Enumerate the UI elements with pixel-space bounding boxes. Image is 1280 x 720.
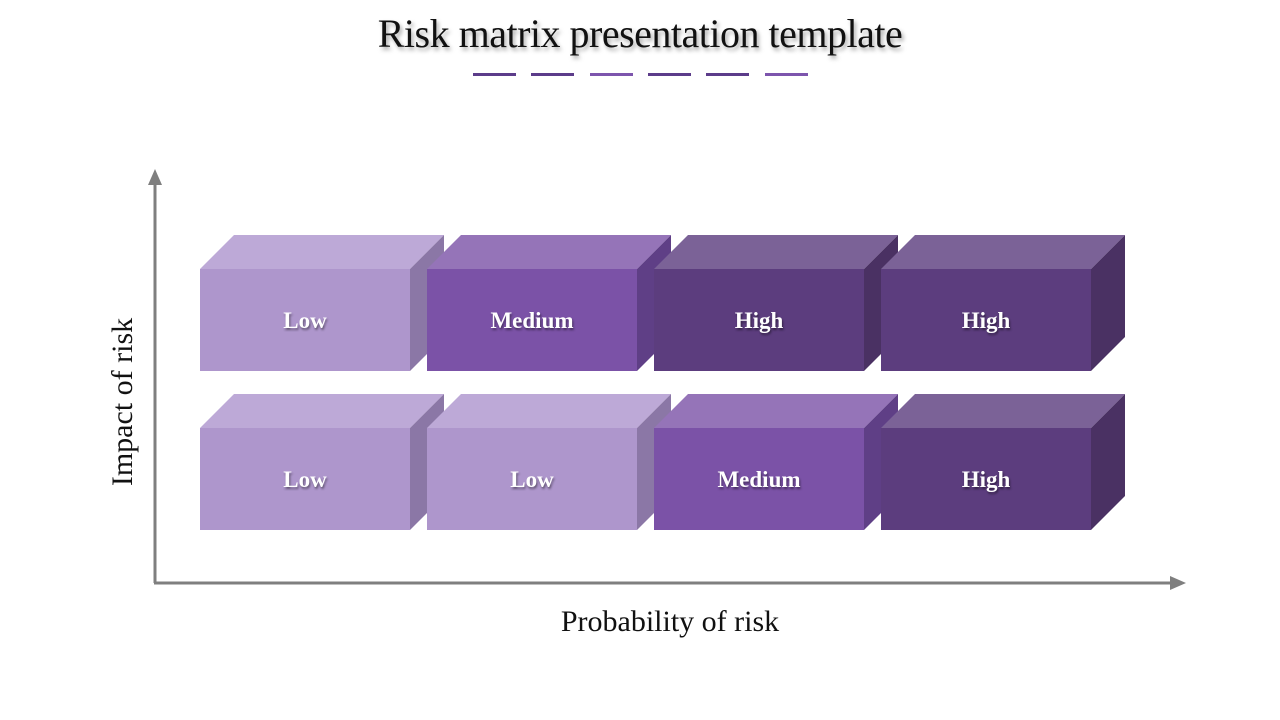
cube-top-face <box>427 394 671 428</box>
risk-cell: High <box>881 235 1125 371</box>
cube-top-face <box>427 235 671 269</box>
y-axis-arrowhead <box>148 169 162 185</box>
risk-level-label: Low <box>510 467 554 492</box>
risk-cell: Low <box>200 394 444 530</box>
risk-cell: Low <box>427 394 671 530</box>
x-axis-label: Probability of risk <box>561 605 779 638</box>
cube-top-face <box>200 394 444 428</box>
risk-cell: Medium <box>427 235 671 371</box>
risk-level-label: High <box>962 467 1011 492</box>
cube-top-face <box>200 235 444 269</box>
y-axis-label: Impact of risk <box>106 318 139 486</box>
cube-top-face <box>654 394 898 428</box>
risk-level-label: High <box>962 308 1011 333</box>
x-axis-arrowhead <box>1170 576 1186 590</box>
risk-cell: Medium <box>654 394 898 530</box>
risk-level-label: Low <box>283 308 327 333</box>
risk-level-label: Medium <box>717 467 800 492</box>
risk-cell: Low <box>200 235 444 371</box>
cube-top-face <box>881 235 1125 269</box>
risk-cell: High <box>654 235 898 371</box>
cube-top-face <box>881 394 1125 428</box>
risk-cell: High <box>881 394 1125 530</box>
risk-level-label: Low <box>283 467 327 492</box>
risk-cells: Low Medium High High Low Low Medium High <box>200 235 1125 530</box>
risk-level-label: High <box>735 308 784 333</box>
risk-level-label: Medium <box>490 308 573 333</box>
risk-matrix-diagram: Impact of risk Probability of risk Low Me… <box>106 169 1186 638</box>
cube-top-face <box>654 235 898 269</box>
